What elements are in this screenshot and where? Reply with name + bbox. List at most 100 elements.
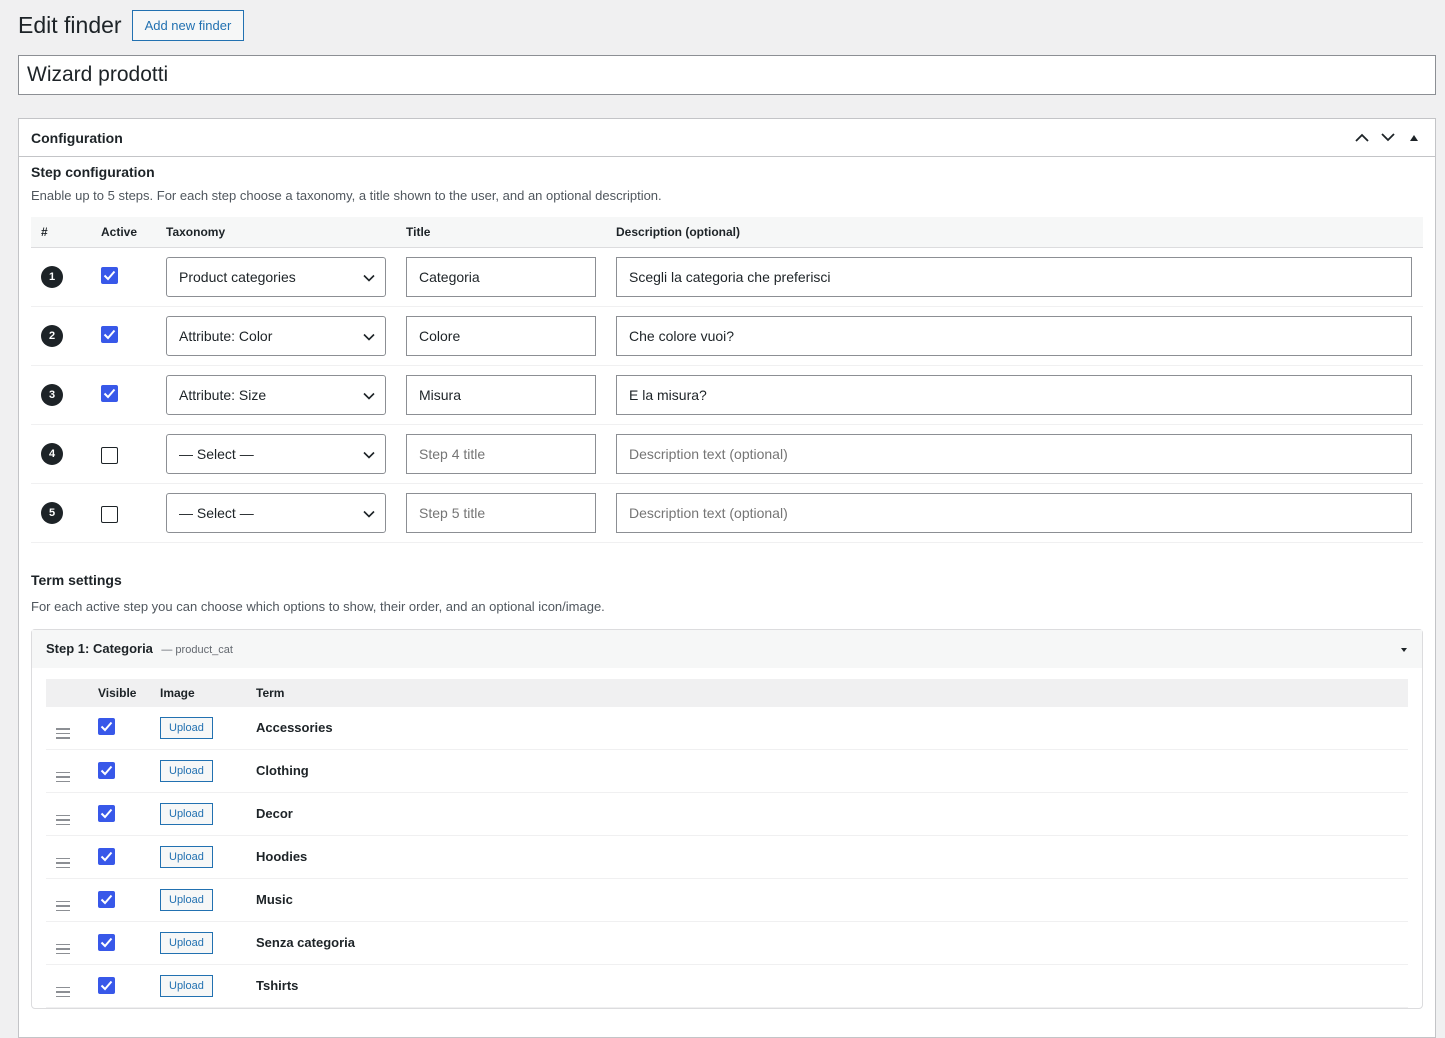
checkmark-icon (100, 721, 113, 732)
page-header: Edit finder Add new finder (18, 10, 245, 41)
term-group-taxonomy-slug: — product_cat (161, 643, 233, 656)
upload-button[interactable]: Upload (160, 846, 213, 868)
step-active-cell (91, 365, 156, 425)
drag-handle-icon[interactable] (56, 728, 70, 739)
step-description-input[interactable] (616, 315, 1412, 356)
step-description-cell (606, 483, 1423, 543)
step-active-cell (91, 247, 156, 307)
step-description-input[interactable] (616, 492, 1412, 533)
term-drag-cell (46, 749, 88, 793)
step-row: 1 Product categories (31, 247, 1423, 307)
step-number-badge: 2 (41, 324, 63, 347)
steps-table-body: 1 Product categories 2 Attribute: Color … (31, 247, 1423, 543)
step-title-cell (396, 247, 606, 307)
taxonomy-select[interactable]: Product categories (166, 256, 386, 297)
step-number-badge: 5 (41, 501, 63, 524)
step-row: 3 Attribute: Size (31, 365, 1423, 425)
configuration-panel-title: Configuration (31, 129, 123, 146)
column-header-number: # (31, 217, 91, 248)
term-visible-checkbox[interactable] (98, 718, 115, 736)
drag-handle-icon[interactable] (56, 943, 70, 954)
step-row: 5 — Select — (31, 483, 1423, 543)
column-header-title: Title (396, 217, 606, 248)
panel-controls (1353, 129, 1423, 147)
step-number-cell: 5 (31, 483, 91, 543)
step-active-checkbox[interactable] (101, 267, 118, 284)
checkmark-icon (100, 851, 113, 862)
step-row: 4 — Select — (31, 424, 1423, 484)
checkmark-icon (103, 329, 116, 340)
checkmark-icon (103, 388, 116, 399)
upload-button[interactable]: Upload (160, 975, 213, 997)
step-description-input[interactable] (616, 374, 1412, 415)
drag-handle-icon[interactable] (56, 814, 70, 825)
taxonomy-select[interactable]: Attribute: Color (166, 315, 386, 356)
step-active-checkbox[interactable] (101, 506, 118, 524)
taxonomy-select-value: Attribute: Size (179, 386, 267, 403)
step-active-cell (91, 483, 156, 543)
upload-button[interactable]: Upload (160, 889, 213, 911)
term-visible-checkbox[interactable] (98, 804, 115, 822)
term-drag-cell (46, 964, 88, 1008)
term-visible-checkbox[interactable] (98, 761, 115, 779)
taxonomy-select-value: Attribute: Color (179, 327, 273, 344)
step-taxonomy-cell: Attribute: Size (156, 365, 396, 425)
terms-table: Visible Image Term Upload Accessories Up… (46, 678, 1408, 1008)
step-description-input[interactable] (616, 433, 1412, 474)
step-title-input[interactable] (406, 256, 596, 297)
step-active-checkbox[interactable] (101, 447, 118, 465)
finder-title-input[interactable] (18, 55, 1436, 95)
step-taxonomy-cell: — Select — (156, 483, 396, 543)
chevron-down-icon[interactable] (1379, 129, 1397, 147)
step-title-input[interactable] (406, 433, 596, 474)
step-title-input[interactable] (406, 492, 596, 533)
step-title-cell (396, 306, 606, 366)
step-active-checkbox[interactable] (101, 326, 118, 343)
taxonomy-select[interactable]: — Select — (166, 433, 386, 474)
upload-button[interactable]: Upload (160, 760, 213, 782)
taxonomy-select-value: Product categories (179, 268, 296, 285)
term-visible-checkbox[interactable] (98, 976, 115, 994)
step-title-input[interactable] (406, 315, 596, 356)
term-row: Upload Hoodies (46, 835, 1408, 879)
upload-button[interactable]: Upload (160, 932, 213, 954)
chevron-down-icon (363, 269, 375, 285)
taxonomy-select[interactable]: — Select — (166, 492, 386, 533)
term-row: Upload Clothing (46, 749, 1408, 793)
upload-button[interactable]: Upload (160, 803, 213, 825)
step-taxonomy-cell: — Select — (156, 424, 396, 484)
term-group-header[interactable]: Step 1: Categoria — product_cat (32, 629, 1422, 668)
chevron-down-icon (363, 505, 375, 521)
drag-handle-icon[interactable] (56, 986, 70, 997)
drag-handle-icon[interactable] (56, 771, 70, 782)
checkmark-icon (100, 808, 113, 819)
term-visible-checkbox[interactable] (98, 847, 115, 865)
term-group-title: Step 1: Categoria (46, 640, 153, 656)
term-drag-cell (46, 792, 88, 836)
upload-button[interactable]: Upload (160, 716, 213, 739)
term-drag-cell (46, 878, 88, 922)
term-name-cell: Clothing (246, 749, 1408, 793)
term-row: Upload Decor (46, 792, 1408, 836)
step-active-checkbox[interactable] (101, 385, 118, 402)
chevron-down-icon (363, 446, 375, 462)
term-name: Senza categoria (256, 935, 355, 950)
step-description-cell (606, 247, 1423, 307)
drag-handle-icon[interactable] (56, 900, 70, 911)
taxonomy-select[interactable]: Attribute: Size (166, 374, 386, 415)
caret-down-icon[interactable] (1400, 640, 1408, 658)
term-visible-checkbox[interactable] (98, 933, 115, 951)
step-description-cell (606, 306, 1423, 366)
add-new-finder-button[interactable]: Add new finder (131, 10, 245, 41)
term-row: Upload Music (46, 878, 1408, 922)
step-description-input[interactable] (616, 256, 1412, 297)
term-visible-checkbox[interactable] (98, 890, 115, 908)
term-image-cell: Upload (150, 706, 246, 750)
term-drag-cell (46, 921, 88, 965)
step-title-input[interactable] (406, 374, 596, 415)
drag-handle-icon[interactable] (56, 857, 70, 868)
chevron-up-icon[interactable] (1353, 129, 1371, 147)
taxonomy-select-value: — Select — (179, 504, 254, 521)
caret-up-icon[interactable] (1405, 129, 1423, 147)
configuration-panel-header: Configuration (19, 119, 1435, 157)
